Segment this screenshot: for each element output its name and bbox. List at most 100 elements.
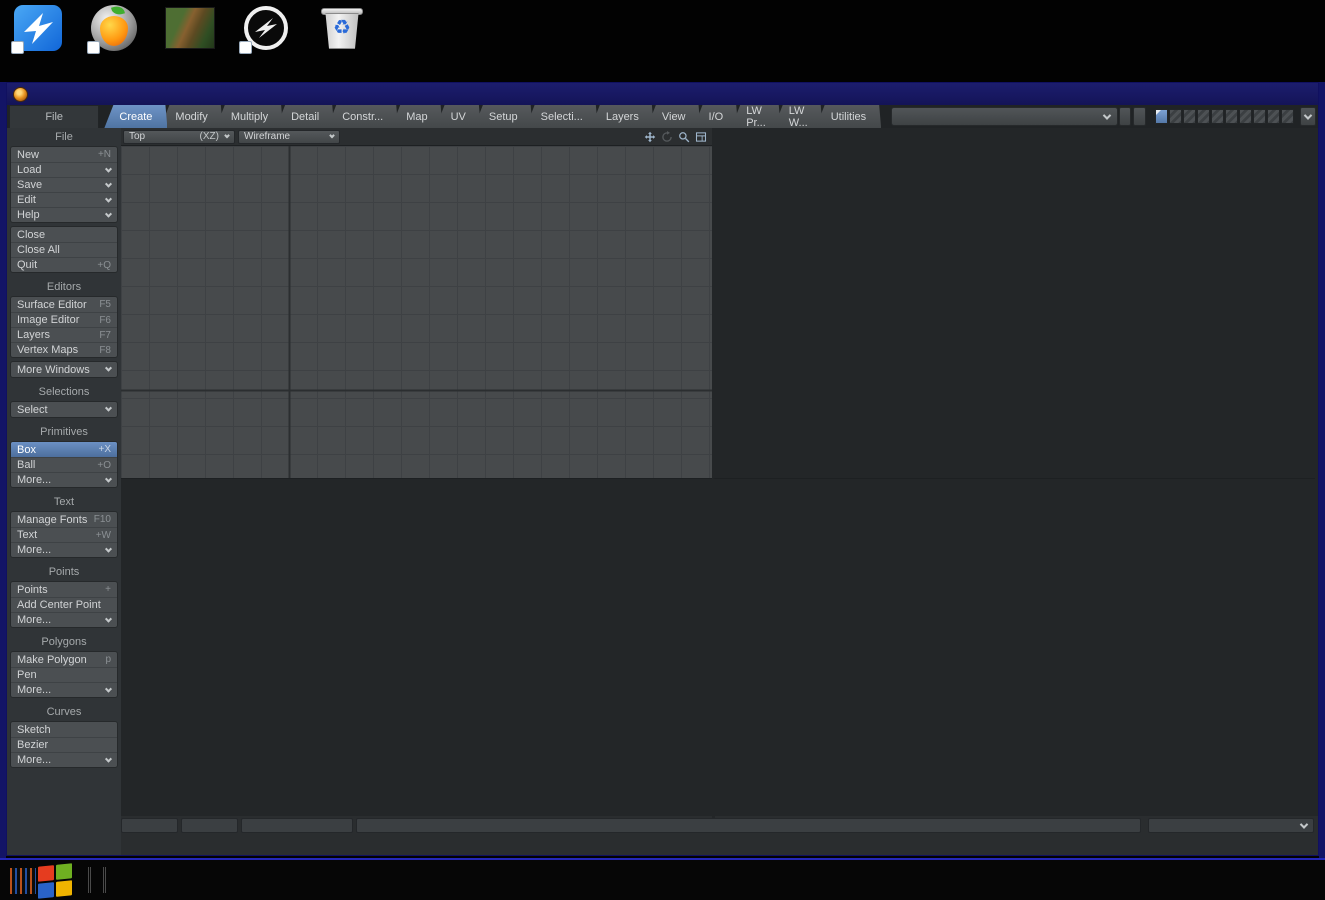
- sidebar-item-ball[interactable]: Ball+O: [11, 457, 117, 472]
- sidebar-item-select[interactable]: Select: [11, 402, 117, 417]
- layer-tile-8[interactable]: [1253, 109, 1266, 124]
- sidebar-item-more[interactable]: More...: [11, 682, 117, 697]
- sidebar-item-vertex-maps[interactable]: Vertex MapsF8: [11, 342, 117, 357]
- shortcut-arrow-icon: [87, 41, 100, 54]
- sidebar-item-more[interactable]: More...: [11, 612, 117, 627]
- sidebar-item-more[interactable]: More...: [11, 542, 117, 557]
- layer-bank: [1155, 105, 1294, 128]
- taskbar: [0, 858, 1325, 900]
- sidebar-item-bezier[interactable]: Bezier: [11, 737, 117, 752]
- rotate-icon[interactable]: [659, 130, 674, 144]
- sidebar-item-more[interactable]: More...: [11, 472, 117, 487]
- titlebar[interactable]: [7, 83, 1318, 105]
- taskbar-separator[interactable]: [88, 867, 91, 893]
- shortcut-label: +N: [98, 149, 111, 160]
- photo-thumbnail: [165, 7, 215, 49]
- layer-tile-9[interactable]: [1267, 109, 1280, 124]
- tab-map[interactable]: Map: [391, 105, 442, 128]
- tab-multiply[interactable]: Multiply: [216, 105, 283, 128]
- desktop-icon-image-file[interactable]: [152, 4, 228, 78]
- sidebar-item-pen[interactable]: Pen: [11, 667, 117, 682]
- layer-tile-5[interactable]: [1211, 109, 1224, 124]
- sidebar-item-edit[interactable]: Edit: [11, 192, 117, 207]
- chevron-down-icon: [105, 405, 112, 412]
- prev-layer-button[interactable]: [1119, 107, 1131, 126]
- sidebar-item-load[interactable]: Load: [11, 162, 117, 177]
- tab-lw-pr[interactable]: LW Pr...: [731, 105, 781, 128]
- zoom-icon[interactable]: [676, 130, 691, 144]
- sidebar-item-sketch[interactable]: Sketch: [11, 722, 117, 737]
- sidebar-item-more-windows[interactable]: More Windows: [11, 362, 117, 377]
- sidebar-item-label: New: [17, 149, 39, 161]
- tab-detail[interactable]: Detail: [276, 105, 334, 128]
- sidebar-item-label: Edit: [17, 194, 36, 206]
- shortcut-label: +O: [97, 460, 111, 471]
- tab-view[interactable]: View: [647, 105, 701, 128]
- tab-strip: CreateModifyMultiplyDetailConstr...MapUV…: [111, 105, 881, 128]
- chevron-down-icon: [105, 755, 112, 762]
- tab-selecti[interactable]: Selecti...: [526, 105, 598, 128]
- sidebar-item-box[interactable]: Box+X: [11, 442, 117, 457]
- desktop-icon-recycle-bin[interactable]: ♻: [304, 4, 380, 78]
- sidebar-item-label: Close All: [17, 244, 60, 256]
- file-stub-button[interactable]: File: [9, 105, 99, 128]
- sidebar-item-close[interactable]: Close: [11, 227, 117, 242]
- tab-i-o[interactable]: I/O: [694, 105, 739, 128]
- layer-tile-3[interactable]: [1183, 109, 1196, 124]
- tab-setup[interactable]: Setup: [474, 105, 533, 128]
- sidebar-item-close-all[interactable]: Close All: [11, 242, 117, 257]
- desktop-icon-thunder[interactable]: [0, 4, 76, 78]
- desktop: ♻ FileCreateModifyMultiplyDetailConstr..…: [0, 0, 1325, 900]
- layer-tile-10[interactable]: [1281, 109, 1294, 124]
- desktop-icon-kontakt[interactable]: [228, 4, 304, 78]
- vertex-map-dropdown[interactable]: [1148, 818, 1314, 833]
- layer-tile-1[interactable]: [1155, 109, 1168, 124]
- chevron-down-icon: [105, 365, 112, 372]
- tab-lw-w[interactable]: LW W...: [774, 105, 823, 128]
- tab-create[interactable]: Create: [104, 105, 167, 128]
- viewport-grid: Top(XZ)Wireframe: [121, 128, 1318, 816]
- tab-layers[interactable]: Layers: [591, 105, 654, 128]
- move-icon[interactable]: [642, 130, 657, 144]
- layer-tile-6[interactable]: [1225, 109, 1238, 124]
- chevron-down-icon: [1300, 820, 1308, 828]
- shortcut-label: +W: [96, 530, 111, 541]
- sidebar-item-new[interactable]: New +N: [11, 147, 117, 162]
- sidebar-item-help[interactable]: Help: [11, 207, 117, 222]
- sidebar-item-more[interactable]: More...: [11, 752, 117, 767]
- render-mode-dropdown[interactable]: Wireframe: [238, 130, 340, 144]
- tab-constr[interactable]: Constr...: [327, 105, 398, 128]
- tab-uv[interactable]: UV: [436, 105, 481, 128]
- sidebar-item-layers[interactable]: LayersF7: [11, 327, 117, 342]
- layer-tile-7[interactable]: [1239, 109, 1252, 124]
- desktop-icon-fl-studio[interactable]: [76, 4, 152, 78]
- sidebar-item-make-polygon[interactable]: Make Polygonp: [11, 652, 117, 667]
- chevron-down-icon: [105, 210, 112, 217]
- view-type-dropdown[interactable]: Top(XZ): [123, 130, 235, 144]
- sidebar-item-add-center-point[interactable]: Add Center Point: [11, 597, 117, 612]
- sidebar-item-quit[interactable]: Quit+Q: [11, 257, 117, 272]
- start-button[interactable]: [10, 861, 82, 899]
- grid-size-display: [7, 835, 121, 855]
- layer-bank-dropdown[interactable]: [1300, 107, 1316, 126]
- shortcut-label: +Q: [97, 260, 111, 271]
- sidebar-item-surface-editor[interactable]: Surface EditorF5: [11, 297, 117, 312]
- viewport-canvas-top[interactable]: [121, 146, 712, 478]
- layer-tile-2[interactable]: [1169, 109, 1182, 124]
- sidebar-item-label: More...: [17, 474, 51, 486]
- tab-modify[interactable]: Modify: [160, 105, 222, 128]
- chevron-down-icon: [105, 180, 112, 187]
- taskbar-separator[interactable]: [103, 867, 106, 893]
- sidebar-item-manage-fonts[interactable]: Manage FontsF10: [11, 512, 117, 527]
- sidebar-item-text[interactable]: Text+W: [11, 527, 117, 542]
- section-header-selections: Selections: [7, 385, 121, 400]
- object-selector-dropdown[interactable]: [891, 107, 1118, 126]
- tab-utilities[interactable]: Utilities: [816, 105, 881, 128]
- sidebar-item-image-editor[interactable]: Image EditorF6: [11, 312, 117, 327]
- next-layer-button[interactable]: [1133, 107, 1145, 126]
- pane-icon[interactable]: [693, 130, 708, 144]
- shortcut-label: p: [105, 654, 111, 665]
- sidebar-item-save[interactable]: Save: [11, 177, 117, 192]
- layer-tile-4[interactable]: [1197, 109, 1210, 124]
- sidebar-item-points[interactable]: Points+: [11, 582, 117, 597]
